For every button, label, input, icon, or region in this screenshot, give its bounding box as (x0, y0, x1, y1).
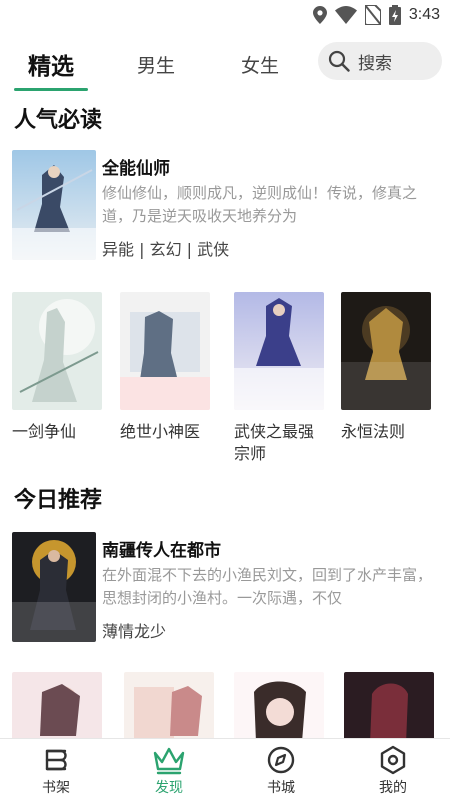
status-icons: 3:43 (312, 5, 440, 25)
book-name: 武侠之最强宗师 (234, 422, 315, 463)
grid-book[interactable] (124, 672, 214, 738)
tab-male[interactable]: 男生 (137, 51, 175, 78)
book-cover[interactable] (12, 532, 96, 642)
status-time: 3:43 (408, 6, 440, 23)
grid-book[interactable]: 绝世小神医 (120, 292, 210, 443)
nav-item-bookshelf[interactable]: 书架 (16, 745, 96, 797)
nav-label: 发现 (155, 780, 183, 796)
book-cover[interactable] (234, 672, 324, 738)
grid-book[interactable] (12, 672, 102, 738)
tab-featured[interactable]: 精选 (28, 47, 74, 81)
search-label: 搜索 (358, 53, 392, 74)
grid-book[interactable] (344, 672, 434, 738)
book-author: 薄情龙少 (102, 622, 167, 641)
featured-book-today[interactable]: 南疆传人在都市 在外面混不下去的小渔民刘文，回到了水产丰富，思想封闭的小渔村。一… (12, 532, 442, 644)
book-cover[interactable] (12, 292, 102, 410)
nav-item-bookstore[interactable]: 书城 (241, 745, 321, 797)
status-bar: 3:43 (0, 0, 450, 32)
book-title: 全能仙师 (102, 159, 170, 179)
grid-book[interactable]: 武侠之最强宗师 (234, 292, 324, 465)
nav-item-profile[interactable]: 我的 (353, 745, 433, 797)
bottom-nav: 书架 发现 书城 我的 (0, 738, 450, 800)
book-cover[interactable] (120, 292, 210, 410)
nav-label: 我的 (379, 780, 407, 796)
active-tab-indicator (14, 88, 88, 91)
featured-book-popular[interactable]: 全能仙师 修仙修仙，顺则成凡，逆则成仙！传说，修真之道，乃是逆天吸收天地养分为 … (12, 150, 442, 262)
book-cover[interactable] (12, 150, 96, 260)
hexagon-profile-icon (380, 745, 406, 775)
bookshelf-icon (45, 749, 67, 771)
book-cover[interactable] (12, 672, 102, 738)
nav-label: 书城 (267, 780, 295, 796)
grid-book[interactable]: 一剑争仙 (12, 292, 102, 443)
location-icon (312, 6, 327, 24)
wifi-icon (334, 6, 357, 24)
book-cover[interactable] (234, 292, 324, 410)
tab-female[interactable]: 女生 (241, 51, 279, 78)
book-cover[interactable] (341, 292, 431, 410)
book-description: 在外面混不下去的小渔民刘文，回到了水产丰富，思想封闭的小渔村。一次际遇，不仅 (102, 566, 433, 607)
book-cover[interactable] (344, 672, 434, 738)
search-icon (328, 50, 350, 72)
section-title-popular: 人气必读 (14, 108, 103, 133)
crown-icon (153, 747, 185, 775)
no-sim-icon (364, 5, 381, 25)
book-cover[interactable] (124, 672, 214, 738)
search-button[interactable]: 搜索 (318, 42, 442, 80)
book-title: 南疆传人在都市 (102, 541, 221, 561)
grid-book[interactable]: 永恒法则 (341, 292, 431, 443)
book-name: 绝世小神医 (120, 422, 201, 441)
section-title-today: 今日推荐 (14, 488, 103, 513)
grid-book[interactable] (234, 672, 324, 738)
nav-label: 书架 (42, 780, 70, 796)
book-description: 修仙修仙，顺则成凡，逆则成仙！传说，修真之道，乃是逆天吸收天地养分为 (102, 184, 418, 225)
nav-item-discover[interactable]: 发现 (129, 745, 209, 797)
book-name: 一剑争仙 (12, 422, 77, 441)
battery-icon (388, 5, 401, 25)
discover-content[interactable]: 人气必读 全能仙师 修仙修仙，顺则成凡，逆则成仙！传说，修真之道，乃是逆天吸收天… (0, 92, 450, 738)
book-tags: 异能 | 玄幻 | 武侠 (102, 240, 230, 259)
book-name: 永恒法则 (341, 422, 406, 441)
compass-icon (267, 746, 295, 774)
